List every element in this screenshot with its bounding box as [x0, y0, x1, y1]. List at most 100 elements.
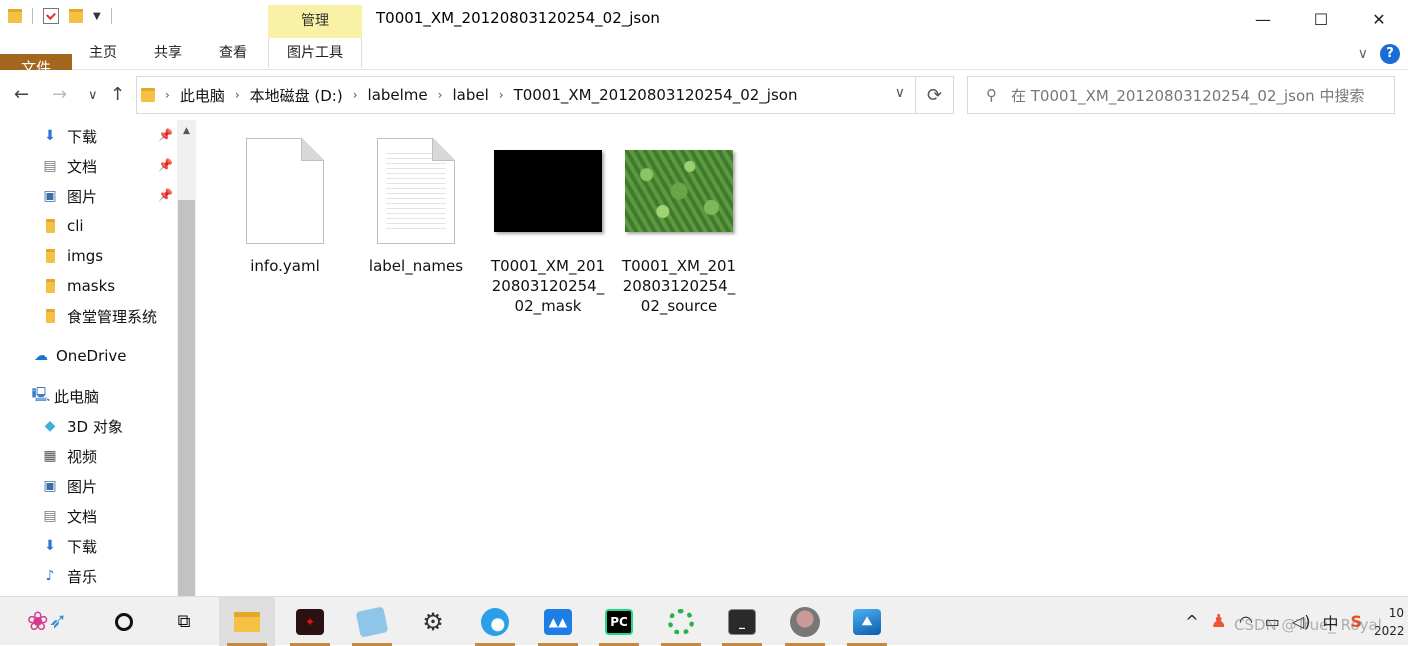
sidebar-scrollbar[interactable]: ▲ [177, 120, 196, 596]
sidebar-item-onedrive[interactable]: ☁ OneDrive [31, 341, 127, 371]
sidebar-item-documents[interactable]: ▤ 文档 [42, 151, 97, 181]
sidebar-item-label: 图片 [67, 187, 98, 206]
sidebar-item-label: 图片 [67, 477, 98, 496]
breadcrumb-current-folder[interactable]: T0001_XM_20120803120254_02_json [514, 86, 798, 104]
scrollbar-thumb[interactable] [178, 200, 195, 596]
settings-gear-icon[interactable]: ⚙ [405, 597, 461, 646]
sidebar-item-canteen-system[interactable]: 食堂管理系统 [42, 301, 157, 331]
file-item-source-image[interactable]: T0001_XM_20120803120254_02_source [620, 136, 738, 316]
show-hidden-icons-chevron[interactable]: ^ [1185, 612, 1198, 631]
chevron-right-icon[interactable]: › [353, 88, 358, 102]
toolbar-divider [110, 8, 112, 24]
close-button[interactable]: ✕ [1350, 0, 1408, 38]
expand-ribbon-icon[interactable]: ∨ [1358, 46, 1368, 62]
refresh-button[interactable]: ⟳ [916, 76, 954, 114]
sidebar-item-downloads-pc[interactable]: ⬇ 下载 [42, 531, 97, 561]
sidebar-item-label: 食堂管理系统 [67, 307, 158, 326]
forward-button[interactable]: → [52, 84, 67, 105]
sidebar-item-music[interactable]: ♪ 音乐 [42, 561, 97, 591]
sidebar-item-3d-objects[interactable]: ◆ 3D 对象 [42, 411, 123, 441]
avatar-app-icon[interactable] [777, 597, 833, 646]
tab-picture-tools[interactable]: 图片工具 [268, 38, 362, 68]
sidebar-item-downloads[interactable]: ⬇ 下载 [42, 121, 97, 151]
window-controls: — ☐ ✕ [1234, 0, 1408, 38]
chevron-right-icon[interactable]: › [499, 88, 504, 102]
back-button[interactable]: ← [14, 84, 29, 105]
file-name: info.yaml [250, 257, 320, 275]
tab-home[interactable]: 主页 [80, 38, 126, 68]
edge-browser-icon[interactable] [467, 597, 523, 646]
sidebar-item-documents-pc[interactable]: ▤ 文档 [42, 501, 97, 531]
folder-icon[interactable] [8, 9, 22, 23]
scroll-up-arrow-icon[interactable]: ▲ [177, 122, 196, 140]
file-explorer-icon[interactable] [219, 597, 275, 646]
computer-icon: 🖳 [31, 387, 51, 403]
sidebar-item-videos[interactable]: ▦ 视频 [42, 441, 97, 471]
tab-manage[interactable]: 管理 [268, 5, 362, 38]
sidebar-item-cli[interactable]: cli [42, 211, 84, 241]
sidebar-item-pictures-pc[interactable]: ▣ 图片 [42, 471, 97, 501]
file-item-label-names[interactable]: label_names [357, 136, 475, 276]
sidebar-item-imgs[interactable]: imgs [42, 241, 103, 271]
file-item-info-yaml[interactable]: info.yaml [226, 136, 344, 276]
qq-penguin-icon[interactable]: ♟ [1211, 611, 1227, 632]
chevron-down-icon[interactable]: ∨ [895, 85, 905, 101]
folder-icon [42, 278, 58, 294]
help-icon[interactable]: ? [1380, 44, 1400, 64]
sidebar-item-this-pc[interactable]: 🖳 此电脑 [31, 381, 100, 411]
pin-icon[interactable]: 📌 [158, 188, 173, 202]
sidebar-item-label: 下载 [67, 537, 98, 556]
chevron-right-icon[interactable]: › [235, 88, 240, 102]
pycharm-icon[interactable]: PC [591, 597, 647, 646]
sidebar-item-label: 视频 [67, 447, 98, 466]
file-list-view[interactable]: info.yaml label_names T0001_XM_201208031… [196, 120, 1408, 596]
hummingbird-wallpaper-icon: ❀ ➶ [26, 606, 68, 637]
sidebar-item-label: 此电脑 [54, 387, 100, 406]
file-item-mask-image[interactable]: T0001_XM_20120803120254_02_mask [489, 136, 607, 316]
sidebar-item-masks[interactable]: masks [42, 271, 115, 301]
navigation-pane: ⬇ 下载 📌 ▤ 文档 📌 ▣ 图片 📌 cli imgs masks 食堂管理… [0, 120, 196, 596]
breadcrumb-labelme[interactable]: labelme [368, 86, 428, 104]
window-title: T0001_XM_20120803120254_02_json [376, 9, 660, 27]
minimize-button[interactable]: — [1234, 0, 1292, 38]
music-note-icon: ♪ [45, 568, 55, 584]
lanhu-app-icon[interactable]: ▲▲ [530, 597, 586, 646]
tab-view[interactable]: 查看 [210, 38, 256, 68]
pin-icon[interactable]: 📌 [158, 128, 173, 142]
cortana-circle-icon[interactable] [96, 597, 152, 646]
file-name: T0001_XM_20120803120254_02_mask [490, 257, 606, 315]
breadcrumb-this-pc[interactable]: 此电脑 [180, 85, 225, 106]
notepad-icon[interactable] [344, 597, 400, 646]
recent-locations-dropdown[interactable]: ∨ [88, 88, 98, 103]
customize-toolbar-dropdown-icon[interactable]: ▼ [93, 11, 101, 22]
cube-icon: ◆ [44, 418, 56, 434]
file-name: label_names [368, 257, 464, 275]
address-bar[interactable]: › 此电脑 › 本地磁盘 (D:) › labelme › label › T0… [136, 76, 916, 114]
new-folder-icon[interactable] [69, 9, 83, 23]
search-input[interactable]: ⚲ 在 T0001_XM_20120803120254_02_json 中搜索 [967, 76, 1395, 114]
properties-icon[interactable] [43, 8, 59, 24]
terminal-icon[interactable]: _ [714, 597, 770, 646]
folder-icon [42, 218, 58, 234]
ribbon-right-controls: ∨ ? [1358, 44, 1400, 64]
game-app-icon[interactable]: ✦ [282, 597, 338, 646]
up-button[interactable]: ↑ [110, 84, 125, 105]
breadcrumb-local-disk[interactable]: 本地磁盘 (D:) [250, 85, 343, 106]
maximize-button[interactable]: ☐ [1292, 0, 1350, 38]
loading-ring-icon[interactable] [653, 597, 709, 646]
title-bar: ▼ 管理 T0001_XM_20120803120254_02_json — ☐… [0, 0, 1408, 38]
chevron-right-icon[interactable]: › [165, 88, 170, 102]
sidebar-item-label: 音乐 [67, 567, 98, 586]
quick-access-toolbar: ▼ [8, 8, 112, 24]
document-icon: ▤ [43, 158, 57, 174]
sidebar-item-label: 文档 [67, 507, 98, 526]
document-icon: ▤ [43, 508, 57, 524]
tab-share[interactable]: 共享 [145, 38, 191, 68]
task-view-icon[interactable]: ⧉ [156, 597, 212, 646]
breadcrumb-label[interactable]: label [452, 86, 488, 104]
photos-app-icon[interactable]: ⛰ [839, 597, 895, 646]
pin-icon[interactable]: 📌 [158, 158, 173, 172]
search-placeholder: 在 T0001_XM_20120803120254_02_json 中搜索 [1011, 86, 1365, 105]
sidebar-item-pictures[interactable]: ▣ 图片 [42, 181, 97, 211]
chevron-right-icon[interactable]: › [438, 88, 443, 102]
